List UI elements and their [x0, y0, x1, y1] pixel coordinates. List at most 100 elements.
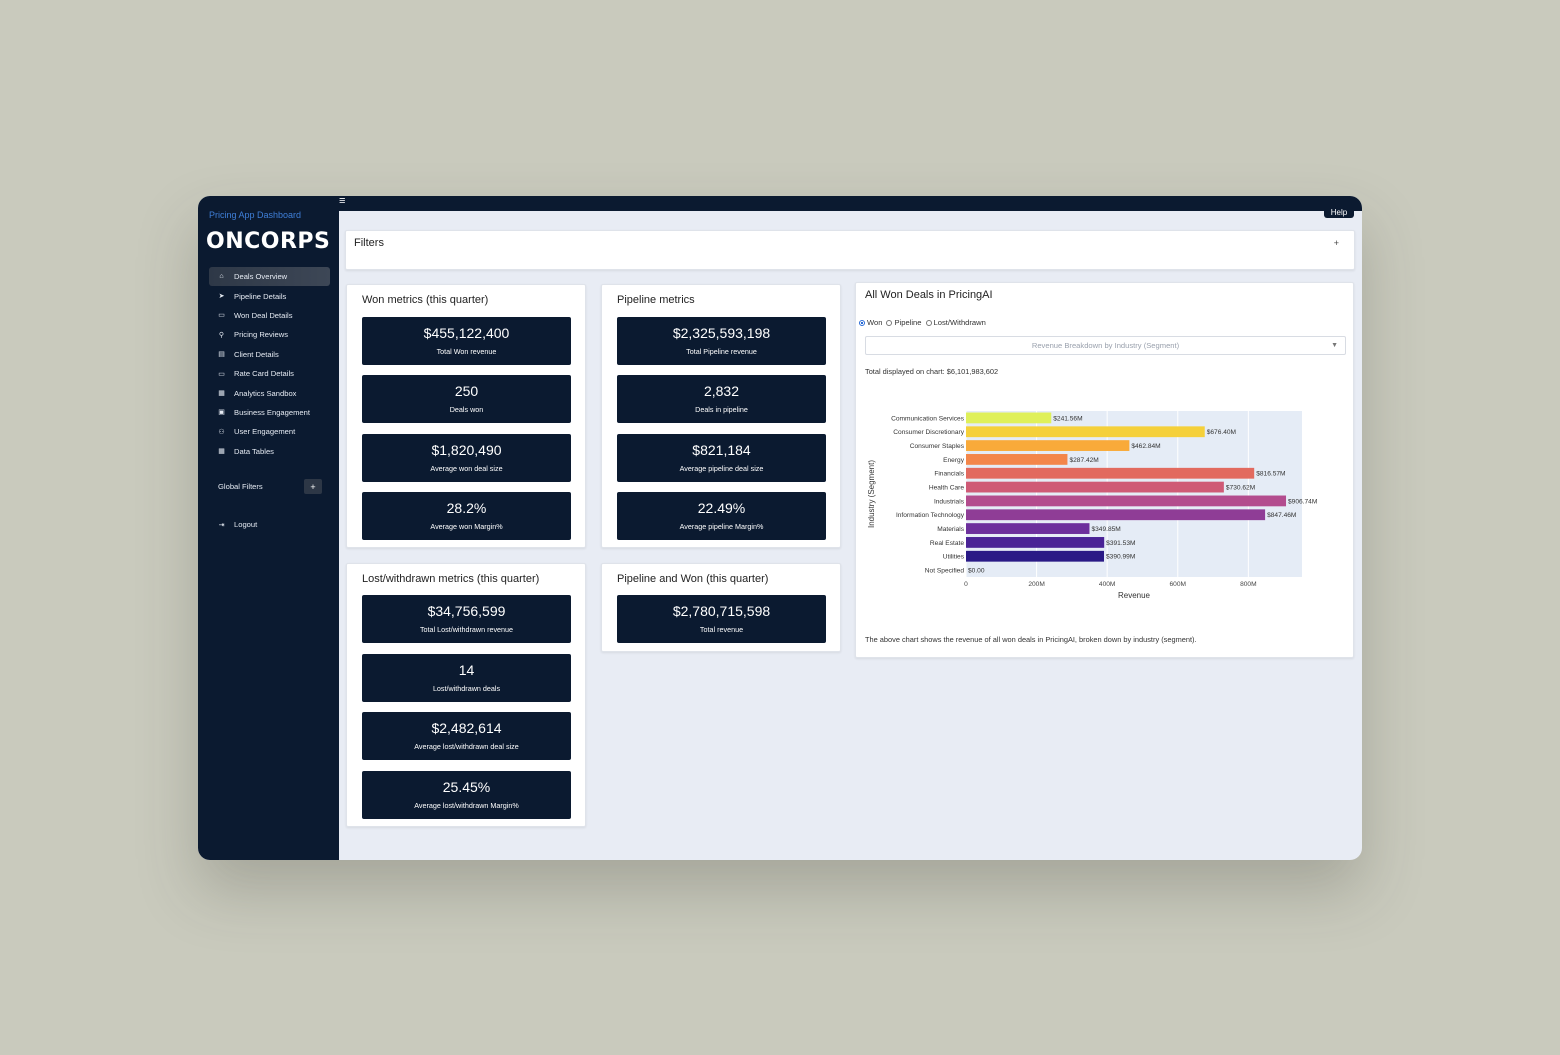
revenue-by-industry-chart: 0 200M 400M 600M 800M Communication Services $… [867, 411, 1317, 600]
filters-panel: Filters + [345, 230, 1355, 270]
x-tick-label: 400M [1099, 581, 1116, 588]
sidebar-item-business-engagement[interactable]: ▣ Business Engagement [209, 403, 330, 422]
data-label: $847.46M [1267, 512, 1296, 519]
radio-indicator [886, 319, 893, 326]
data-label: $241.56M [1053, 415, 1082, 422]
sidebar-item-data-tables[interactable]: ▦ Data Tables [209, 442, 330, 461]
metric-label: Average lost/withdrawn deal size [414, 742, 519, 751]
sidebar-item-label: Rate Card Details [234, 369, 294, 379]
y-tick-label: Financials [934, 471, 964, 478]
metric-label: Average won deal size [430, 464, 503, 473]
app-subtitle: Pricing App Dashboard [209, 210, 302, 220]
metric-value: 25.45% [442, 779, 491, 795]
x-tick-label: 600M [1170, 581, 1187, 588]
sidebar-item-label: Business Engagement [234, 407, 310, 417]
metric-label: Average won Margin% [430, 522, 503, 531]
metric-value: $2,780,715,598 [672, 603, 771, 619]
metric-value: $2,325,593,198 [672, 325, 771, 341]
metric-label: Total Lost/withdrawn revenue [419, 625, 514, 634]
metric-label: Lost/withdrawn deals [432, 684, 501, 693]
file-icon: ▤ [218, 351, 225, 359]
metric-tile: $2,482,614 Average lost/withdrawn deal si… [362, 712, 571, 760]
y-tick-label: Utilities [943, 554, 965, 561]
top-bar: ≡ [339, 196, 1362, 211]
home-icon: ⌂ [219, 273, 224, 281]
send-icon: ➤ [218, 293, 225, 301]
table-icon: ▦ [218, 448, 225, 456]
sidebar-item-rate-card-details[interactable]: ▭ Rate Card Details [209, 364, 330, 383]
metric-label: Deals won [449, 405, 484, 414]
won-deals-chart-card: All Won Deals in PricingAI Won Pipeline … [855, 282, 1354, 658]
briefcase-icon: ▣ [218, 409, 225, 417]
help-button[interactable]: Help [1324, 204, 1354, 218]
global-filters: Global Filters + [218, 479, 322, 494]
data-label: $816.57M [1256, 471, 1285, 478]
bar [966, 509, 1266, 521]
card-title: Lost/withdrawn metrics (this quarter) [362, 573, 540, 585]
sidebar-item-label: Client Details [234, 349, 279, 359]
logout-button[interactable]: ⇥ Logout [217, 520, 258, 529]
bar [966, 440, 1130, 451]
sidebar-item-label: Won Deal Details [234, 310, 293, 320]
y-tick-label: Not Specified [925, 567, 965, 574]
data-label: $287.42M [1069, 457, 1098, 464]
filters-title: Filters [354, 237, 384, 249]
bar [966, 537, 1105, 548]
hamburger-menu-icon[interactable]: ≡ [339, 196, 348, 207]
x-tick-label: 0 [964, 581, 968, 588]
global-filters-expand-button[interactable]: + [304, 479, 322, 494]
sidebar-item-pipeline-details[interactable]: ➤ Pipeline Details [209, 286, 330, 305]
sidebar-item-won-deal-details[interactable]: ▭ Won Deal Details [209, 306, 330, 325]
metric-tile: $2,325,593,198 Total Pipeline revenue [617, 317, 826, 365]
sidebar-item-pricing-reviews[interactable]: ⚲ Pricing Reviews [209, 325, 330, 344]
users-icon: ⚇ [218, 428, 225, 436]
metric-value: 2,832 [703, 383, 740, 399]
y-tick-label: Consumer Staples [910, 443, 965, 450]
pipeline-and-won-card: Pipeline and Won (this quarter) $2,780,7… [601, 563, 841, 652]
x-tick-label: 800M [1240, 581, 1257, 588]
card-title: All Won Deals in PricingAI [865, 289, 993, 301]
data-label: $676.40M [1207, 429, 1236, 436]
y-tick-label: Energy [943, 457, 965, 464]
data-label: $0.00 [968, 567, 985, 574]
filters-toggle-button[interactable]: + [1334, 238, 1339, 248]
metric-label: Deals in pipeline [695, 405, 748, 414]
card-title: Pipeline metrics [617, 294, 695, 306]
card-title: Pipeline and Won (this quarter) [617, 573, 769, 585]
metric-tile: 2,832 Deals in pipeline [617, 375, 826, 423]
radio-lost-withdrawn[interactable]: Lost/Withdrawn [925, 318, 986, 327]
lost-metrics-card: Lost/withdrawn metrics (this quarter) $3… [346, 563, 586, 827]
metric-tile: 28.2% Average won Margin% [362, 492, 571, 540]
metric-value: 22.49% [697, 500, 746, 516]
metric-value: $821,184 [692, 442, 751, 458]
metric-label: Total revenue [699, 625, 744, 634]
won-metrics-card: Won metrics (this quarter) $455,122,400 T… [346, 284, 586, 548]
sidebar-item-analytics-sandbox[interactable]: ▦ Analytics Sandbox [209, 383, 330, 402]
deal-status-radio-group: Won Pipeline Lost/Withdrawn [859, 318, 990, 327]
y-tick-label: Real Estate [930, 540, 964, 547]
metric-label: Total Won revenue [436, 347, 497, 356]
chevron-down-icon: ▼ [1331, 342, 1338, 349]
metric-value: $34,756,599 [427, 603, 506, 619]
data-label: $391.53M [1106, 540, 1135, 547]
sidebar-item-client-details[interactable]: ▤ Client Details [209, 345, 330, 364]
metric-tile: $2,780,715,598 Total revenue [617, 595, 826, 643]
data-label: $462.84M [1131, 443, 1160, 450]
sidebar-item-label: Pipeline Details [234, 291, 287, 301]
data-label: $349.85M [1091, 526, 1120, 533]
metric-tile: 25.45% Average lost/withdrawn Margin% [362, 771, 571, 819]
radio-won[interactable]: Won [859, 318, 882, 327]
card-title: Won metrics (this quarter) [362, 294, 489, 306]
sidebar-item-deals-overview[interactable]: ⌂ Deals Overview [209, 267, 330, 287]
metric-label: Average pipeline deal size [679, 464, 764, 473]
sidebar-item-label: Data Tables [234, 446, 274, 456]
metric-tile: $821,184 Average pipeline deal size [617, 434, 826, 482]
sidebar-nav: ⌂ Deals Overview ➤ Pipeline Details ▭ Won D… [209, 267, 330, 461]
sidebar-item-label: User Engagement [234, 427, 296, 437]
radio-label: Won [867, 318, 883, 327]
sidebar-item-user-engagement[interactable]: ⚇ User Engagement [209, 422, 330, 441]
metric-label: Total Pipeline revenue [686, 347, 757, 356]
y-tick-label: Industrials [934, 498, 965, 505]
breakdown-select[interactable]: Revenue Breakdown by Industry (Segment) … [865, 336, 1346, 355]
radio-pipeline[interactable]: Pipeline [886, 318, 922, 327]
